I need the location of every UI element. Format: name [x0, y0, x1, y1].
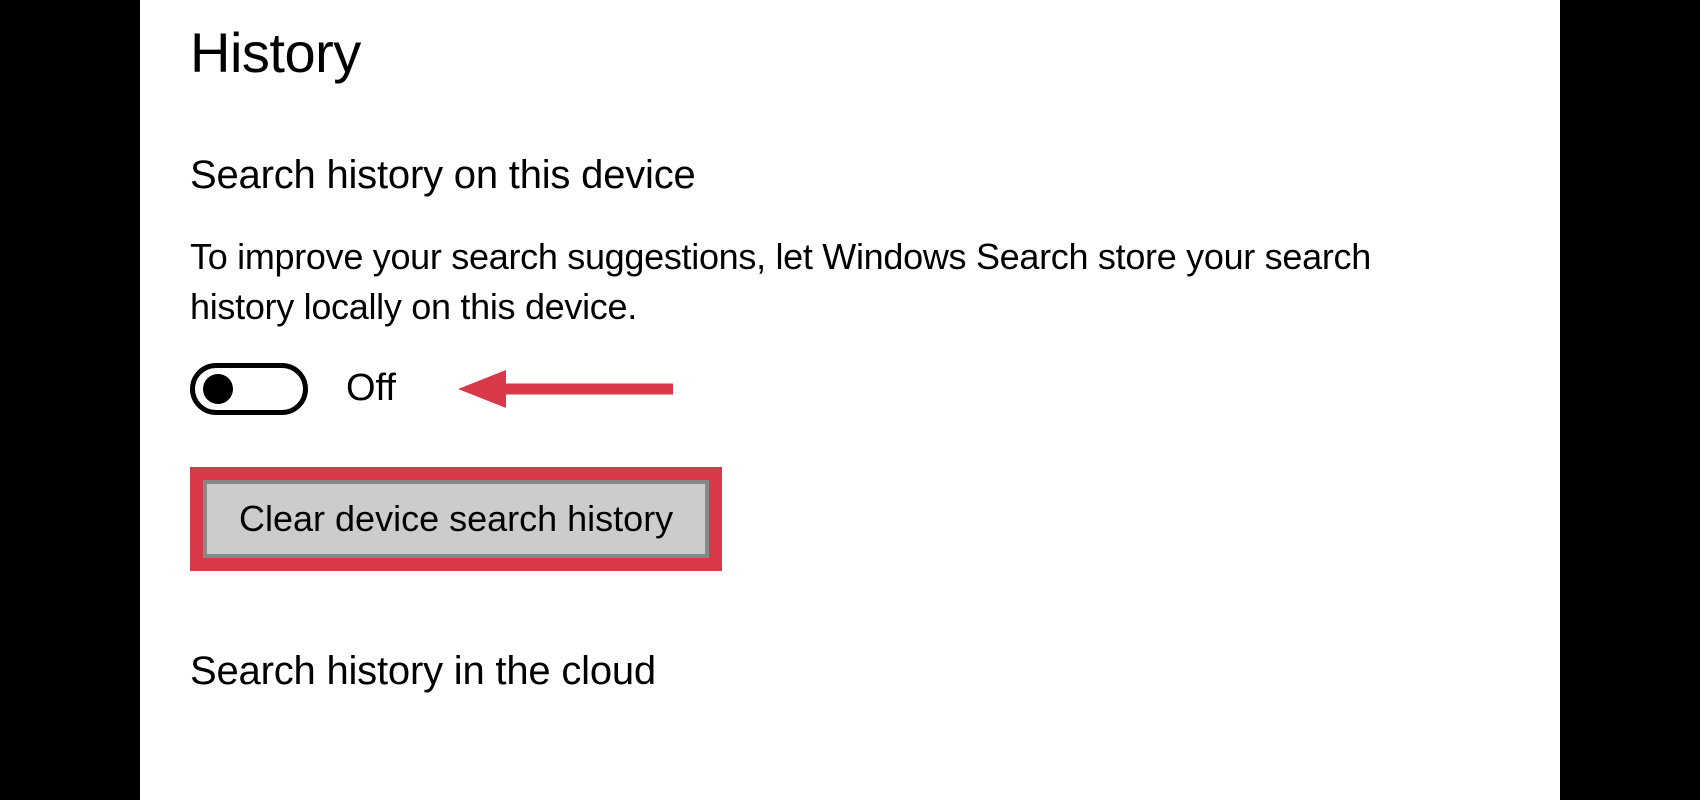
device-history-heading: Search history on this device [190, 153, 1560, 198]
history-toggle[interactable] [190, 363, 308, 415]
toggle-state-label: Off [346, 367, 396, 410]
settings-panel: History Search history on this device To… [140, 0, 1560, 800]
toggle-row: Off [190, 363, 1560, 415]
annotation-arrow-icon [458, 364, 678, 414]
section-title: History [190, 20, 1560, 85]
cloud-history-heading: Search history in the cloud [190, 649, 1560, 694]
toggle-knob-icon [203, 374, 233, 404]
device-history-description: To improve your search suggestions, let … [190, 232, 1390, 333]
annotation-highlight-box: Clear device search history [190, 467, 722, 571]
clear-device-history-button[interactable]: Clear device search history [203, 480, 709, 558]
